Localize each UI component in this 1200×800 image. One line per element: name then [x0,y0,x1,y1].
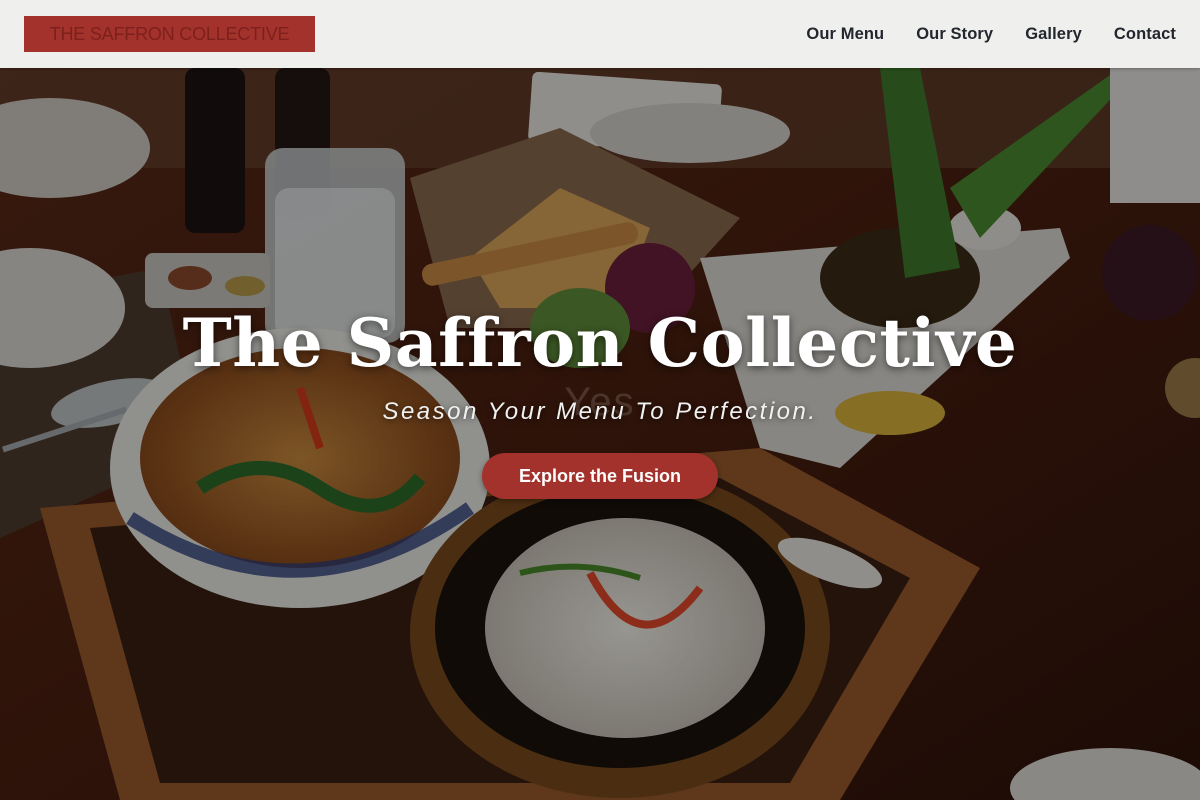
nav-link-our-story[interactable]: Our Story [916,25,993,44]
logo-text: THE SAFFRON COLLECTIVE [49,23,290,44]
nav-link-our-menu[interactable]: Our Menu [806,25,884,44]
nav-link-gallery[interactable]: Gallery [1025,25,1082,44]
hero-dark-overlay [0,68,1200,800]
main-nav: Our Menu Our Story Gallery Contact [806,0,1176,68]
hero-section: The Saffron Collective Yes Season Your M… [0,68,1200,800]
site-header: THE SAFFRON COLLECTIVE Our Menu Our Stor… [0,0,1200,68]
explore-fusion-button[interactable]: Explore the Fusion [482,453,718,499]
hero-title: The Saffron Collective [182,304,1018,382]
nav-link-contact[interactable]: Contact [1114,25,1176,44]
site-logo[interactable]: THE SAFFRON COLLECTIVE [24,16,315,52]
hero-tagline: Season Your Menu To Perfection. [382,398,818,425]
